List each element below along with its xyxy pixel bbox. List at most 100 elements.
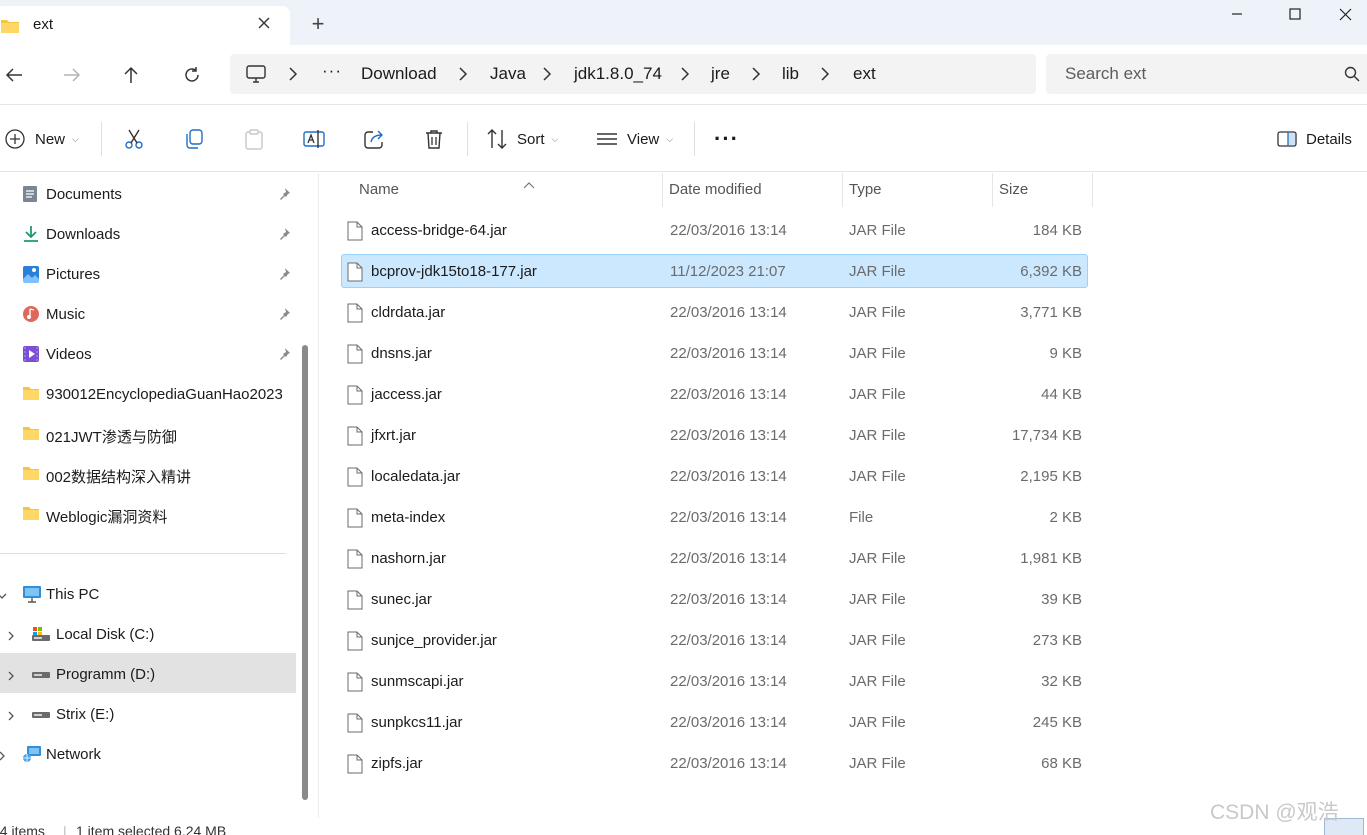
table-row[interactable]: access-bridge-64.jar 22/03/2016 13:14 JAR … — [341, 213, 1088, 247]
pin-icon[interactable] — [278, 307, 291, 324]
sidebar-item-music[interactable]: Music — [0, 295, 296, 331]
file-size: 44 KB — [1041, 386, 1082, 403]
address-bar[interactable]: ··· Download Java jdk1.8.0_74 jre lib ex… — [230, 54, 1036, 94]
sidebar-item-folder[interactable]: Weblogic漏洞资料 — [0, 495, 296, 531]
pin-icon[interactable] — [278, 227, 291, 244]
divider — [694, 122, 695, 156]
breadcrumb-jre[interactable]: jre — [711, 64, 730, 84]
file-name: zipfs.jar — [371, 755, 423, 772]
back-button[interactable] — [0, 61, 28, 89]
table-row[interactable]: meta-index 22/03/2016 13:14 File 2 KB — [341, 500, 1088, 534]
sidebar-item-folder[interactable]: 930012EncyclopediaGuanHao2023 — [0, 375, 296, 411]
tab-close-icon[interactable] — [254, 14, 274, 34]
chevron-right-icon[interactable] — [0, 748, 7, 765]
search-icon[interactable] — [1344, 66, 1360, 86]
chevron-down-icon[interactable] — [0, 588, 7, 605]
table-row[interactable]: nashorn.jar 22/03/2016 13:14 JAR File 1,981… — [341, 541, 1088, 575]
sort-icon — [487, 129, 507, 149]
sidebar-item-programm-drive[interactable]: Programm (D:) — [0, 653, 296, 693]
file-date: 22/03/2016 13:14 — [670, 714, 787, 731]
sidebar-item-label: 021JWT渗透与防御 — [46, 429, 177, 446]
copy-button[interactable] — [183, 126, 205, 152]
close-icon[interactable] — [1324, 0, 1367, 28]
sidebar-item-downloads[interactable]: Downloads — [0, 215, 296, 251]
table-row[interactable]: dnsns.jar 22/03/2016 13:14 JAR File 9 KB — [341, 336, 1088, 370]
pictures-icon — [22, 265, 40, 283]
file-name: nashorn.jar — [371, 550, 447, 567]
monitor-icon[interactable] — [246, 65, 266, 87]
table-row[interactable]: sunjce_provider.jar 22/03/2016 13:14 JAR F… — [341, 623, 1088, 657]
column-header-size[interactable]: Size — [993, 173, 1092, 206]
sidebar-item-label: 002数据结构深入精讲 — [46, 469, 192, 486]
sidebar-item-folder[interactable]: 021JWT渗透与防御 — [0, 415, 296, 451]
refresh-button[interactable] — [178, 61, 206, 89]
table-row[interactable]: jfxrt.jar 22/03/2016 13:14 JAR File 17,734 … — [341, 418, 1088, 452]
sidebar-item-label: This PC — [46, 586, 100, 603]
drive-icon — [31, 625, 50, 643]
new-button[interactable]: New ⌵ — [4, 126, 79, 152]
breadcrumb-ext[interactable]: ext — [853, 64, 876, 84]
view-icon — [597, 133, 617, 145]
column-header-date[interactable]: Date modified — [663, 173, 842, 206]
table-row[interactable]: localedata.jar 22/03/2016 13:14 JAR File 2,… — [341, 459, 1088, 493]
breadcrumb-download[interactable]: Download — [361, 64, 437, 84]
share-icon — [364, 130, 383, 149]
column-divider[interactable] — [1092, 173, 1093, 207]
table-row[interactable]: sunpkcs11.jar 22/03/2016 13:14 JAR File 245… — [341, 705, 1088, 739]
pin-icon[interactable] — [278, 267, 291, 284]
more-options-button[interactable]: ··· — [714, 126, 739, 152]
paste-button[interactable] — [243, 126, 265, 152]
share-button[interactable] — [363, 126, 385, 152]
breadcrumb-overflow[interactable]: ··· — [322, 61, 342, 81]
sidebar-item-this-pc[interactable]: This PC — [0, 575, 296, 611]
table-row[interactable]: sunmscapi.jar 22/03/2016 13:14 JAR File 32 … — [341, 664, 1088, 698]
sidebar-item-strix-drive[interactable]: Strix (E:) — [0, 695, 296, 731]
chevron-right-icon[interactable] — [6, 708, 16, 725]
delete-button[interactable] — [423, 126, 445, 152]
view-label: View — [627, 130, 660, 148]
tab-ext[interactable]: ext — [0, 6, 290, 45]
view-button[interactable]: View ⌵ — [596, 126, 673, 152]
table-row[interactable]: sunec.jar 22/03/2016 13:14 JAR File 39 KB — [341, 582, 1088, 616]
search-input[interactable]: Search ext — [1065, 64, 1146, 84]
forward-button[interactable] — [58, 61, 86, 89]
sidebar-item-network[interactable]: Network — [0, 735, 296, 771]
details-button[interactable]: Details — [1277, 126, 1352, 152]
folder-icon — [0, 18, 20, 38]
file-size: 3,771 KB — [1020, 304, 1082, 321]
sidebar-item-documents[interactable]: Documents — [0, 175, 296, 211]
file-type: JAR File — [849, 386, 906, 403]
minimize-icon[interactable] — [1208, 0, 1266, 28]
breadcrumb-jdk[interactable]: jdk1.8.0_74 — [574, 64, 662, 84]
sidebar-item-local-disk[interactable]: Local Disk (C:) — [0, 615, 296, 651]
file-size: 39 KB — [1041, 591, 1082, 608]
breadcrumb-lib[interactable]: lib — [782, 64, 799, 84]
sidebar-item-pictures[interactable]: Pictures — [0, 255, 296, 291]
column-header-type[interactable]: Type — [843, 173, 992, 206]
up-button[interactable] — [117, 61, 145, 89]
table-row[interactable]: cldrdata.jar 22/03/2016 13:14 JAR File 3,77… — [341, 295, 1088, 329]
breadcrumb-java[interactable]: Java — [490, 64, 526, 84]
chevron-right-icon[interactable] — [6, 668, 16, 685]
search-box[interactable]: Search ext — [1046, 54, 1367, 94]
new-tab-button[interactable]: + — [307, 13, 329, 35]
sidebar-item-label: Downloads — [46, 226, 121, 243]
table-row[interactable]: bcprov-jdk15to18-177.jar 11/12/2023 21:07… — [341, 254, 1088, 288]
column-header-name[interactable]: Name — [341, 173, 663, 206]
pin-icon[interactable] — [278, 347, 291, 364]
chevron-right-icon — [751, 67, 763, 81]
maximize-icon[interactable] — [1266, 0, 1324, 28]
sort-button[interactable]: Sort ⌵ — [486, 126, 558, 152]
pin-icon[interactable] — [278, 187, 291, 204]
table-row[interactable]: jaccess.jar 22/03/2016 13:14 JAR File 44 KB — [341, 377, 1088, 411]
rename-button[interactable] — [303, 126, 325, 152]
sidebar-item-videos[interactable]: Videos — [0, 335, 296, 371]
sidebar-item-folder[interactable]: 002数据结构深入精讲 — [0, 455, 296, 491]
chevron-right-icon[interactable] — [6, 628, 16, 645]
chevron-right-icon — [820, 67, 832, 81]
folder-icon — [22, 505, 40, 523]
table-row[interactable]: zipfs.jar 22/03/2016 13:14 JAR File 68 KB — [341, 746, 1088, 780]
file-name: jaccess.jar — [371, 386, 442, 403]
sidebar-scrollbar[interactable] — [302, 345, 308, 800]
cut-button[interactable] — [123, 126, 145, 152]
